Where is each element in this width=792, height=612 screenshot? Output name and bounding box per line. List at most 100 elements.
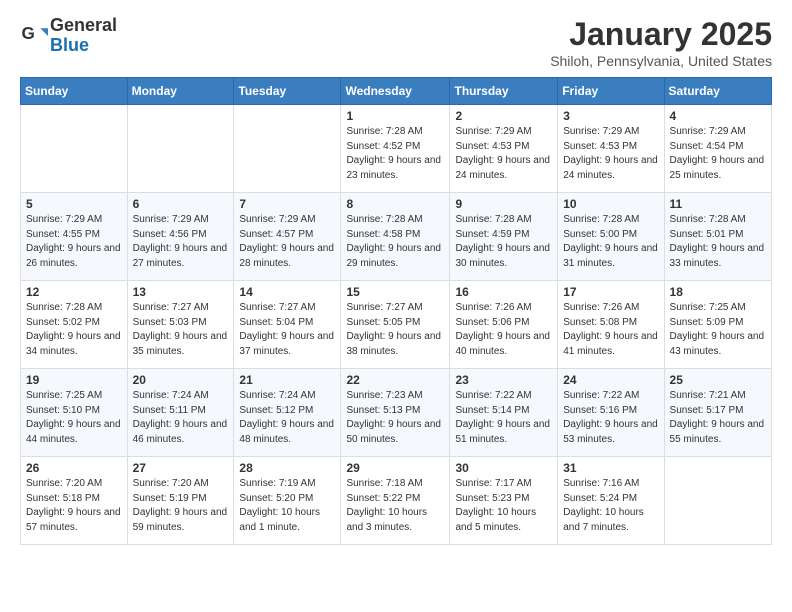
- day-number: 20: [133, 373, 229, 387]
- day-info: Sunrise: 7:28 AM Sunset: 4:59 PM Dayligh…: [455, 213, 552, 271]
- day-number: 18: [670, 285, 766, 299]
- day-info: Sunrise: 7:27 AM Sunset: 5:03 PM Dayligh…: [133, 301, 229, 359]
- day-number: 12: [26, 285, 122, 299]
- weekday-header-tuesday: Tuesday: [234, 78, 341, 105]
- location-subtitle: Shiloh, Pennsylvania, United States: [550, 53, 772, 69]
- calendar-cell: 9 Sunrise: 7:28 AM Sunset: 4:59 PM Daylig…: [450, 193, 558, 281]
- day-info: Sunrise: 7:16 AM Sunset: 5:24 PM Dayligh…: [563, 477, 658, 535]
- day-info: Sunrise: 7:28 AM Sunset: 5:01 PM Dayligh…: [670, 213, 766, 271]
- day-info: Sunrise: 7:20 AM Sunset: 5:19 PM Dayligh…: [133, 477, 229, 535]
- day-info: Sunrise: 7:21 AM Sunset: 5:17 PM Dayligh…: [670, 389, 766, 447]
- calendar-cell: 13 Sunrise: 7:27 AM Sunset: 5:03 PM Dayli…: [127, 281, 234, 369]
- day-number: 25: [670, 373, 766, 387]
- day-info: Sunrise: 7:26 AM Sunset: 5:06 PM Dayligh…: [455, 301, 552, 359]
- day-info: Sunrise: 7:26 AM Sunset: 5:08 PM Dayligh…: [563, 301, 658, 359]
- day-number: 9: [455, 197, 552, 211]
- day-info: Sunrise: 7:18 AM Sunset: 5:22 PM Dayligh…: [346, 477, 444, 535]
- calendar-cell: 22Sunrise: 7:23 AM Sunset: 5:13 PM Dayli…: [341, 369, 450, 457]
- calendar-cell: 31 Sunrise: 7:16 AM Sunset: 5:24 PM Dayli…: [558, 457, 664, 545]
- day-number: 23: [455, 373, 552, 387]
- day-number: 15: [346, 285, 444, 299]
- calendar-cell: 23Sunrise: 7:22 AM Sunset: 5:14 PM Dayli…: [450, 369, 558, 457]
- day-info: Sunrise: 7:24 AM Sunset: 5:11 PM Dayligh…: [133, 389, 229, 447]
- calendar-cell: [127, 105, 234, 193]
- calendar-cell: 27 Sunrise: 7:20 AM Sunset: 5:19 PM Dayli…: [127, 457, 234, 545]
- day-info: Sunrise: 7:17 AM Sunset: 5:23 PM Dayligh…: [455, 477, 552, 535]
- day-number: 13: [133, 285, 229, 299]
- day-info: Sunrise: 7:25 AM Sunset: 5:09 PM Dayligh…: [670, 301, 766, 359]
- calendar-cell: 28 Sunrise: 7:19 AM Sunset: 5:20 PM Dayli…: [234, 457, 341, 545]
- day-number: 6: [133, 197, 229, 211]
- calendar-cell: 29 Sunrise: 7:18 AM Sunset: 5:22 PM Dayli…: [341, 457, 450, 545]
- day-number: 27: [133, 461, 229, 475]
- logo-icon: G: [20, 22, 48, 50]
- week-row-5: 26Sunrise: 7:20 AM Sunset: 5:18 PM Dayli…: [21, 457, 772, 545]
- svg-text:G: G: [22, 24, 35, 43]
- calendar-cell: 14Sunrise: 7:27 AM Sunset: 5:04 PM Dayli…: [234, 281, 341, 369]
- day-info: Sunrise: 7:29 AM Sunset: 4:53 PM Dayligh…: [563, 125, 658, 183]
- calendar-cell: 20 Sunrise: 7:24 AM Sunset: 5:11 PM Dayli…: [127, 369, 234, 457]
- day-number: 21: [239, 373, 335, 387]
- week-row-2: 5Sunrise: 7:29 AM Sunset: 4:55 PM Daylig…: [21, 193, 772, 281]
- calendar-cell: [21, 105, 128, 193]
- day-number: 22: [346, 373, 444, 387]
- weekday-header-sunday: Sunday: [21, 78, 128, 105]
- weekday-header-monday: Monday: [127, 78, 234, 105]
- day-number: 14: [239, 285, 335, 299]
- calendar-cell: 18 Sunrise: 7:25 AM Sunset: 5:09 PM Dayli…: [664, 281, 771, 369]
- day-number: 11: [670, 197, 766, 211]
- logo-general: General: [50, 15, 117, 35]
- calendar-cell: 24Sunrise: 7:22 AM Sunset: 5:16 PM Dayli…: [558, 369, 664, 457]
- week-row-1: 1Sunrise: 7:28 AM Sunset: 4:52 PM Daylig…: [21, 105, 772, 193]
- day-number: 26: [26, 461, 122, 475]
- day-info: Sunrise: 7:28 AM Sunset: 5:00 PM Dayligh…: [563, 213, 658, 271]
- day-info: Sunrise: 7:24 AM Sunset: 5:12 PM Dayligh…: [239, 389, 335, 447]
- calendar-page: G General Blue January 2025 Shiloh, Penn…: [0, 0, 792, 561]
- day-number: 17: [563, 285, 658, 299]
- calendar-cell: 21 Sunrise: 7:24 AM Sunset: 5:12 PM Dayli…: [234, 369, 341, 457]
- header: G General Blue January 2025 Shiloh, Penn…: [20, 16, 772, 69]
- calendar-table: SundayMondayTuesdayWednesdayThursdayFrid…: [20, 77, 772, 545]
- calendar-cell: 3 Sunrise: 7:29 AM Sunset: 4:53 PM Daylig…: [558, 105, 664, 193]
- week-row-4: 19Sunrise: 7:25 AM Sunset: 5:10 PM Dayli…: [21, 369, 772, 457]
- calendar-body: 1Sunrise: 7:28 AM Sunset: 4:52 PM Daylig…: [21, 105, 772, 545]
- logo-blue: Blue: [50, 35, 89, 55]
- week-row-3: 12 Sunrise: 7:28 AM Sunset: 5:02 PM Dayli…: [21, 281, 772, 369]
- day-number: 31: [563, 461, 658, 475]
- day-number: 2: [455, 109, 552, 123]
- day-number: 1: [346, 109, 444, 123]
- day-number: 8: [346, 197, 444, 211]
- calendar-cell: 2Sunrise: 7:29 AM Sunset: 4:53 PM Daylig…: [450, 105, 558, 193]
- calendar-cell: 10 Sunrise: 7:28 AM Sunset: 5:00 PM Dayli…: [558, 193, 664, 281]
- calendar-cell: 6 Sunrise: 7:29 AM Sunset: 4:56 PM Daylig…: [127, 193, 234, 281]
- calendar-cell: 7 Sunrise: 7:29 AM Sunset: 4:57 PM Daylig…: [234, 193, 341, 281]
- title-block: January 2025 Shiloh, Pennsylvania, Unite…: [550, 16, 772, 69]
- day-info: Sunrise: 7:19 AM Sunset: 5:20 PM Dayligh…: [239, 477, 335, 535]
- day-number: 28: [239, 461, 335, 475]
- weekday-header-row: SundayMondayTuesdayWednesdayThursdayFrid…: [21, 78, 772, 105]
- day-info: Sunrise: 7:27 AM Sunset: 5:05 PM Dayligh…: [346, 301, 444, 359]
- day-number: 29: [346, 461, 444, 475]
- calendar-cell: 26Sunrise: 7:20 AM Sunset: 5:18 PM Dayli…: [21, 457, 128, 545]
- day-info: Sunrise: 7:29 AM Sunset: 4:57 PM Dayligh…: [239, 213, 335, 271]
- day-info: Sunrise: 7:29 AM Sunset: 4:54 PM Dayligh…: [670, 125, 766, 183]
- day-info: Sunrise: 7:28 AM Sunset: 5:02 PM Dayligh…: [26, 301, 122, 359]
- calendar-cell: [664, 457, 771, 545]
- day-number: 7: [239, 197, 335, 211]
- calendar-cell: 4Sunrise: 7:29 AM Sunset: 4:54 PM Daylig…: [664, 105, 771, 193]
- day-number: 24: [563, 373, 658, 387]
- calendar-cell: 8Sunrise: 7:28 AM Sunset: 4:58 PM Daylig…: [341, 193, 450, 281]
- day-info: Sunrise: 7:29 AM Sunset: 4:55 PM Dayligh…: [26, 213, 122, 271]
- calendar-cell: 15 Sunrise: 7:27 AM Sunset: 5:05 PM Dayli…: [341, 281, 450, 369]
- day-number: 10: [563, 197, 658, 211]
- logo: G General Blue: [20, 16, 117, 56]
- calendar-cell: 16Sunrise: 7:26 AM Sunset: 5:06 PM Dayli…: [450, 281, 558, 369]
- day-number: 19: [26, 373, 122, 387]
- day-info: Sunrise: 7:29 AM Sunset: 4:56 PM Dayligh…: [133, 213, 229, 271]
- day-number: 30: [455, 461, 552, 475]
- day-number: 3: [563, 109, 658, 123]
- weekday-header-friday: Friday: [558, 78, 664, 105]
- calendar-cell: 12 Sunrise: 7:28 AM Sunset: 5:02 PM Dayli…: [21, 281, 128, 369]
- calendar-cell: 1Sunrise: 7:28 AM Sunset: 4:52 PM Daylig…: [341, 105, 450, 193]
- weekday-header-thursday: Thursday: [450, 78, 558, 105]
